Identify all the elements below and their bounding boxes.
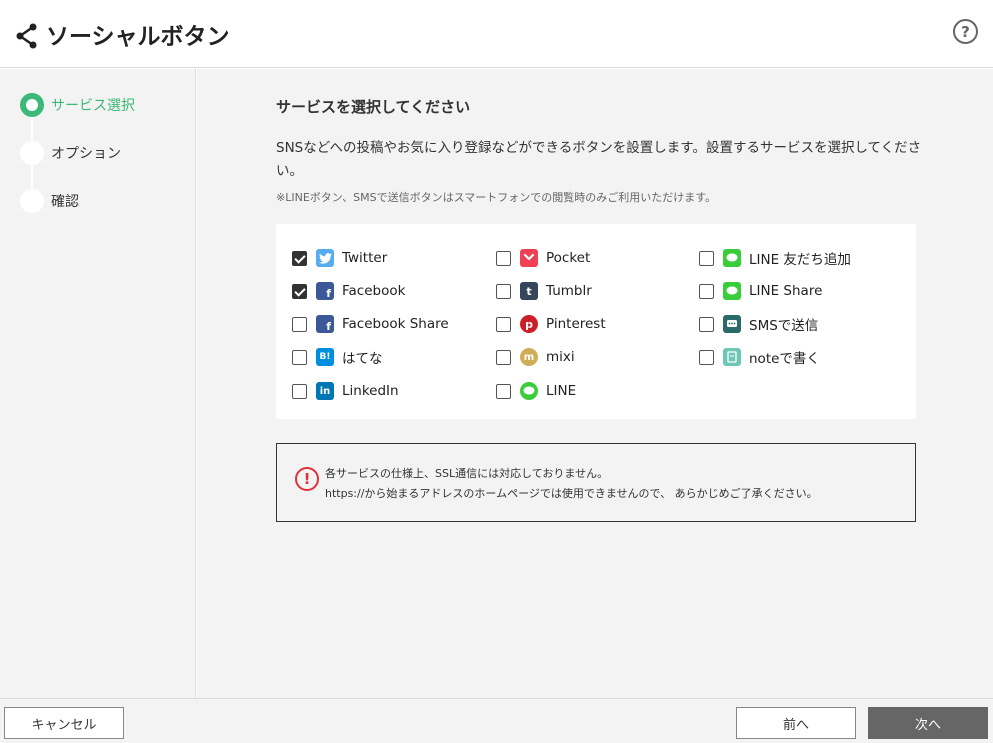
- service-label: LINE 友だち追加: [749, 252, 851, 268]
- service-label: SMSで送信: [749, 318, 819, 334]
- checkbox[interactable]: [699, 283, 714, 299]
- ssl-warning: ! 各サービスの仕様上、SSL通信には対応しておりません。 https://から…: [276, 443, 916, 522]
- checkbox[interactable]: [699, 250, 714, 266]
- step-dot: [20, 93, 44, 117]
- checkbox[interactable]: [292, 316, 307, 332]
- help-icon[interactable]: ?: [953, 19, 978, 44]
- step-label: サービス選択: [51, 98, 135, 114]
- footer: キャンセル 前へ 次へ: [0, 698, 993, 743]
- page-title: ソーシャルボタン: [46, 24, 230, 50]
- service-pinterest[interactable]: p Pinterest: [496, 314, 606, 334]
- alert-icon: !: [295, 467, 319, 491]
- line-icon: [723, 282, 741, 300]
- step-service-select[interactable]: サービス選択: [0, 93, 196, 123]
- tumblr-icon: t: [520, 282, 538, 300]
- step-dot: [20, 141, 44, 165]
- service-mixi[interactable]: m mixi: [496, 347, 575, 367]
- service-label: Tumblr: [546, 283, 592, 299]
- service-label: noteで書く: [749, 351, 820, 367]
- step-label: オプション: [51, 146, 121, 162]
- mixi-icon: m: [520, 348, 538, 366]
- service-note[interactable]: noteで書く: [699, 347, 820, 367]
- cancel-button[interactable]: キャンセル: [4, 707, 124, 739]
- service-line-friend[interactable]: LINE 友だち追加: [699, 248, 851, 268]
- checkbox[interactable]: [292, 283, 307, 299]
- checkbox[interactable]: [496, 250, 511, 266]
- warning-line-1: 各サービスの仕様上、SSL通信には対応しておりません。: [325, 467, 609, 480]
- description: SNSなどへの投稿やお気に入り登録などができるボタンを設置します。設置するサービ…: [276, 140, 922, 179]
- sms-icon: [723, 315, 741, 333]
- service-label: LINE Share: [749, 283, 823, 299]
- step-sidebar: サービス選択 オプション 確認: [0, 69, 196, 698]
- warning-line-2: https://から始まるアドレスのホームページでは使用できませんので、 あらか…: [325, 487, 818, 500]
- service-twitter[interactable]: Twitter: [292, 248, 387, 268]
- note-icon: [723, 348, 741, 366]
- checkbox[interactable]: [496, 383, 511, 399]
- linkedin-icon: in: [316, 382, 334, 400]
- step-options[interactable]: オプション: [0, 141, 196, 171]
- checkbox[interactable]: [292, 349, 307, 365]
- line-icon: [723, 249, 741, 267]
- checkbox[interactable]: [292, 250, 307, 266]
- service-facebook-share[interactable]: f Facebook Share: [292, 314, 449, 334]
- checkbox[interactable]: [699, 349, 714, 365]
- checkbox[interactable]: [292, 383, 307, 399]
- service-label: LINE: [546, 383, 577, 399]
- service-label: Pocket: [546, 250, 591, 266]
- checkbox[interactable]: [699, 316, 714, 332]
- service-facebook[interactable]: f Facebook: [292, 281, 405, 301]
- checkbox[interactable]: [496, 283, 511, 299]
- service-sms[interactable]: SMSで送信: [699, 314, 818, 334]
- service-line-share[interactable]: LINE Share: [699, 281, 822, 301]
- service-label: はてな: [342, 351, 383, 367]
- service-linkedin[interactable]: in LinkedIn: [292, 381, 399, 401]
- service-label: Twitter: [342, 250, 388, 266]
- service-label: Facebook Share: [342, 316, 449, 332]
- service-pocket[interactable]: Pocket: [496, 248, 590, 268]
- main-content: サービスを選択してください SNSなどへの投稿やお気に入り登録などができるボタン…: [197, 69, 993, 698]
- header: ソーシャルボタン ?: [0, 0, 993, 68]
- services-list: Twitter f Facebook f Facebook Share B! は…: [276, 224, 916, 419]
- service-label: mixi: [546, 349, 575, 365]
- pinterest-icon: p: [520, 315, 538, 333]
- service-line[interactable]: LINE: [496, 381, 576, 401]
- step-confirm[interactable]: 確認: [0, 189, 196, 219]
- service-label: Facebook: [342, 283, 406, 299]
- next-button[interactable]: 次へ: [868, 707, 988, 739]
- step-dot: [20, 189, 44, 213]
- step-label: 確認: [51, 194, 79, 210]
- service-hatena[interactable]: B! はてな: [292, 347, 383, 367]
- service-label: Pinterest: [546, 316, 606, 332]
- checkbox[interactable]: [496, 349, 511, 365]
- share-icon[interactable]: [15, 23, 39, 49]
- line-icon: [520, 382, 538, 400]
- service-tumblr[interactable]: t Tumblr: [496, 281, 592, 301]
- checkbox[interactable]: [496, 316, 511, 332]
- facebook-icon: f: [316, 315, 334, 333]
- facebook-icon: f: [316, 282, 334, 300]
- section-title: サービスを選択してください: [276, 98, 471, 116]
- note: ※LINEボタン、SMSで送信ボタンはスマートフォンでの閲覧時のみご利用いただけ…: [276, 191, 717, 204]
- hatena-icon: B!: [316, 348, 334, 366]
- twitter-icon: [316, 249, 334, 267]
- service-label: LinkedIn: [342, 383, 399, 399]
- prev-button[interactable]: 前へ: [736, 707, 856, 739]
- warning-text: 各サービスの仕様上、SSL通信には対応しておりません。 https://から始ま…: [325, 464, 818, 504]
- pocket-icon: [520, 249, 538, 267]
